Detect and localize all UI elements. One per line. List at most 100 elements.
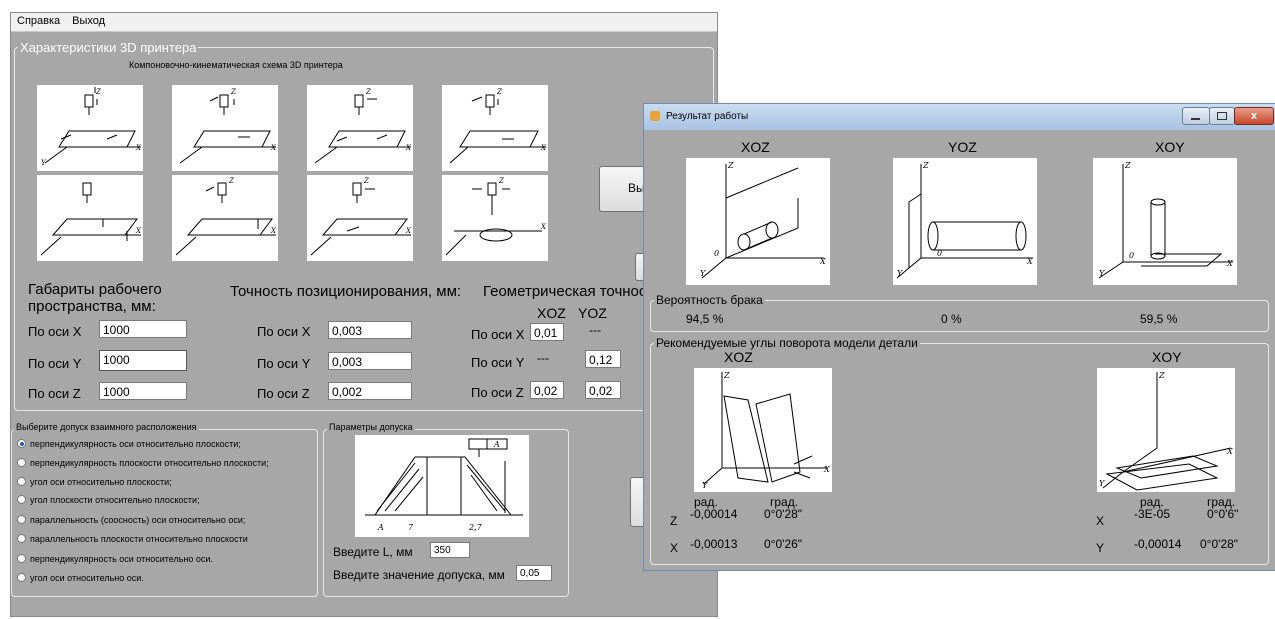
- geometric-col-yoz: YOZ: [578, 305, 607, 321]
- view-title-xoz: XOZ: [741, 139, 770, 155]
- tolerance-option-1[interactable]: перпендикулярность оси относительно плос…: [17, 439, 241, 449]
- radio-icon: [17, 573, 26, 582]
- left-row1-deg: 0°0'28": [764, 507, 803, 521]
- geometric-x-xoz-input[interactable]: 0,01: [530, 323, 564, 341]
- menu-exit[interactable]: Выход: [66, 13, 111, 29]
- workspace-y-input[interactable]: 1000: [99, 350, 187, 371]
- axis-x-label: X: [135, 144, 142, 152]
- axis-x-label: X: [823, 465, 830, 474]
- axis-x-label: X: [135, 227, 142, 235]
- right-row2-rad: -0,00014: [1134, 537, 1182, 551]
- positioning-title: Точность позиционирования, мм:: [230, 283, 462, 300]
- axis-x-label: X: [270, 227, 277, 235]
- axis-x-label: X: [540, 144, 547, 152]
- tolerance-type-title: Выберите допуск взаимного расположения: [14, 422, 199, 432]
- close-icon: x: [1250, 110, 1258, 122]
- workspace-y-label: По оси Y: [28, 356, 82, 371]
- axis-z-label: Z: [496, 88, 502, 96]
- tolerance-value-label: Введите значение допуска, мм: [333, 568, 505, 582]
- tolerance-value-input[interactable]: 0,05: [516, 565, 552, 581]
- result-window-titlebar: Результат работы x: [644, 104, 1275, 130]
- geometric-title: Геометрическая точнос: [483, 283, 647, 300]
- tolerance-option-2[interactable]: перпендикулярность плоскости относительн…: [17, 458, 269, 468]
- tolerance-option-5[interactable]: параллельность (соосность) оси относител…: [17, 515, 245, 525]
- axis-x-label: X: [1026, 257, 1033, 266]
- geometric-z-yoz-input[interactable]: 0,02: [585, 381, 621, 399]
- axis-z-label: Z: [922, 161, 929, 170]
- drawing-label-left: 7: [408, 523, 414, 532]
- radio-icon: [17, 495, 26, 504]
- printer-scheme-2[interactable]: XZ: [172, 85, 278, 171]
- tolerance-frame-cell: [468, 438, 488, 450]
- geometric-z-xoz-input[interactable]: 0,02: [530, 381, 564, 399]
- view-image-xoz: X Z Y 0: [686, 158, 830, 285]
- right-row1-rad: -3E-05: [1134, 507, 1171, 521]
- axis-origin-label: 0: [1129, 251, 1134, 260]
- tolerance-option-6[interactable]: параллельность плоскости относительно пл…: [17, 534, 248, 544]
- tolerance-params-title: Параметры допуска: [327, 422, 415, 432]
- length-label: Введите L, мм: [333, 545, 413, 559]
- right-row1-axis: X: [1096, 514, 1105, 528]
- printer-scheme-5[interactable]: X: [37, 175, 143, 261]
- tolerance-option-8[interactable]: угол оси относительно оси.: [17, 573, 144, 583]
- axis-y-label: Y: [1099, 269, 1105, 278]
- positioning-y-label: По оси Y: [257, 356, 311, 371]
- axis-z-label: Z: [95, 88, 101, 96]
- maximize-button[interactable]: [1209, 107, 1235, 125]
- workspace-z-input[interactable]: 1000: [99, 382, 187, 400]
- view-image-xoy: X Z Y 0: [1093, 158, 1237, 285]
- menu-help[interactable]: Справка: [11, 13, 66, 29]
- radio-icon: [17, 458, 26, 467]
- radio-icon: [17, 477, 26, 486]
- printer-scheme-6[interactable]: XZ: [172, 175, 278, 261]
- minimize-button[interactable]: [1182, 107, 1210, 125]
- right-row1-deg: 0°0'6": [1207, 507, 1239, 521]
- axis-y-label: Y: [700, 269, 706, 278]
- positioning-z-label: По оси Z: [257, 386, 310, 401]
- geometric-y-label: По оси Y: [471, 355, 525, 370]
- maximize-icon: [1217, 112, 1227, 120]
- result-window: Результат работы x XOZ YOZ XOY X Z Y 0 X Z Y 0…: [643, 103, 1275, 571]
- radio-icon: [17, 534, 26, 543]
- drawing-label-base: A: [377, 523, 384, 532]
- axis-z-label: Z: [727, 161, 734, 170]
- main-window: Справка Выход Характеристики 3D принтера …: [10, 12, 718, 617]
- scheme-caption: Компоновочно-кинематическая схема 3D при…: [129, 60, 343, 70]
- axis-x-label: X: [819, 257, 826, 266]
- left-row1-axis: Z: [670, 514, 678, 528]
- axis-z-label: Z: [228, 177, 234, 185]
- axis-z-label: Z: [1158, 371, 1165, 380]
- right-row2-deg: 0°0'28": [1200, 537, 1239, 551]
- close-button[interactable]: x: [1234, 107, 1274, 125]
- tolerance-option-4[interactable]: угол плоскости относительно плоскости;: [17, 495, 200, 505]
- printer-scheme-7[interactable]: XZ: [307, 175, 413, 261]
- defect-probability-title: Вероятность брака: [654, 293, 765, 307]
- minimize-icon: [1191, 118, 1200, 120]
- positioning-x-input[interactable]: 0,003: [328, 321, 412, 339]
- axis-z-label: Z: [723, 371, 730, 380]
- workspace-x-input[interactable]: 1000: [99, 320, 187, 338]
- axis-y-label: Y: [1099, 479, 1105, 488]
- printer-scheme-3[interactable]: XZ: [307, 85, 413, 171]
- axis-x-label: X: [540, 223, 547, 231]
- positioning-z-input[interactable]: 0,002: [328, 382, 412, 400]
- printer-scheme-4[interactable]: XZ: [442, 85, 548, 171]
- drawing-label-right: 2,7: [468, 523, 483, 532]
- tolerance-option-3[interactable]: угол оси относительно плоскости;: [17, 477, 172, 487]
- axis-origin-label: 0: [714, 249, 719, 258]
- axis-x-label: X: [405, 227, 412, 235]
- printer-scheme-1[interactable]: X Y Z: [37, 85, 143, 171]
- workspace-title-line2: пространства, мм:: [28, 298, 156, 315]
- workspace-title-line1: Габариты рабочего: [28, 281, 162, 298]
- angles-view-left: XOZ: [724, 349, 753, 365]
- printer-scheme-8[interactable]: XZ: [442, 175, 548, 261]
- workspace-x-label: По оси X: [28, 324, 82, 339]
- view-title-xoy: XOY: [1155, 139, 1185, 155]
- geometric-y-yoz-input[interactable]: 0,12: [585, 350, 621, 368]
- result-window-title: Результат работы: [666, 111, 749, 122]
- positioning-y-input[interactable]: 0,003: [328, 352, 412, 370]
- characteristics-group-title: Характеристики 3D принтера: [18, 40, 199, 55]
- length-input[interactable]: 350: [430, 542, 470, 558]
- tolerance-option-7[interactable]: перпендикулярность оси относительно оси.: [17, 554, 213, 564]
- view-title-yoz: YOZ: [948, 139, 977, 155]
